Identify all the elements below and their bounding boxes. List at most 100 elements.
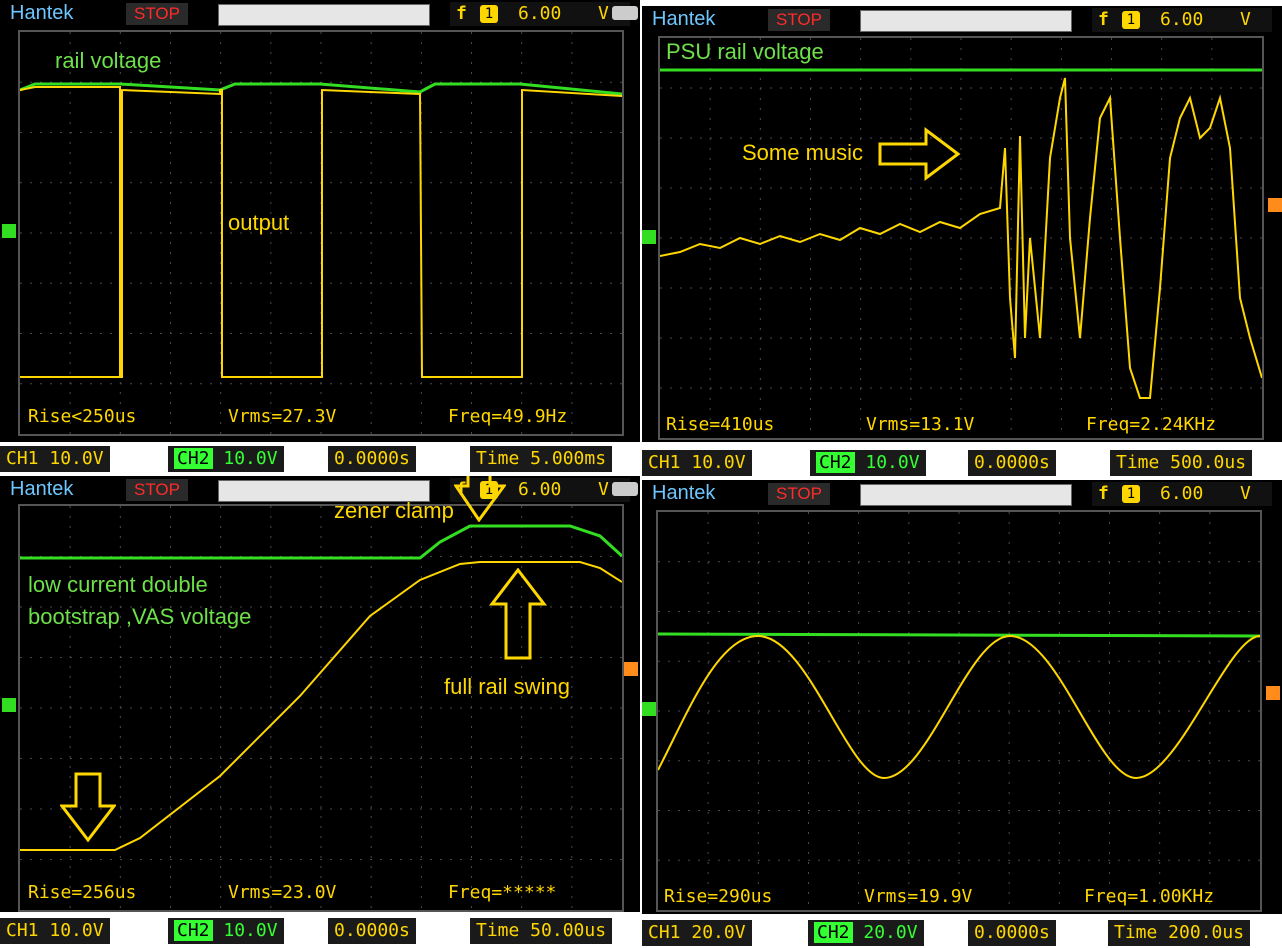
status-bar-1: CH1 10.0V CH2 10.0V 0.0000s Time 5.000ms: [0, 444, 640, 474]
trace-label: rail voltage: [55, 48, 162, 73]
trigger-level-marker[interactable]: [1268, 198, 1282, 212]
freq-measurement: Freq=1.00KHz: [1084, 886, 1215, 907]
run-stop-button[interactable]: STOP: [126, 479, 188, 501]
trigger-info: f 1 6.00 V: [1092, 8, 1272, 32]
vrms-measurement: Vrms=27.3V: [228, 406, 337, 427]
ch1-ground-marker[interactable]: [642, 702, 656, 716]
scope-panel-2: Hantek STOP f 1 6.00 V PSU rail voltage …: [642, 6, 1282, 442]
trace-label: full rail swing: [444, 674, 570, 699]
brand-label: Hantek: [10, 2, 74, 24]
waveform-display: [660, 38, 1262, 438]
trigger-unit: V: [1240, 483, 1251, 504]
ch2-scale[interactable]: CH2 10.0V: [168, 918, 284, 944]
vrms-measurement: Vrms=19.9V: [864, 886, 973, 907]
waveform-grid: [658, 36, 1264, 440]
trigger-level: 6.00: [518, 3, 562, 24]
trigger-edge-icon: f: [1098, 483, 1109, 504]
ch1-scale[interactable]: CH1 20.0V: [642, 920, 752, 946]
arrow-down-icon: [454, 476, 506, 522]
memory-position-bar[interactable]: [218, 4, 430, 26]
trigger-position[interactable]: 0.0000s: [328, 446, 416, 472]
timebase[interactable]: Time 5.000ms: [470, 446, 613, 472]
trace-label: output: [228, 210, 290, 235]
arrow-down-icon: [60, 772, 116, 842]
timebase[interactable]: Time 500.0us: [1110, 450, 1253, 476]
memory-position-bar[interactable]: [860, 10, 1072, 32]
trigger-level: 6.00: [518, 479, 562, 500]
rise-measurement: Rise=290us: [664, 886, 773, 907]
scope-panel-4: Hantek STOP f 1 6.00 V Rise=290us Vrms=1…: [642, 480, 1282, 914]
scope-topbar: Hantek STOP f 1 6.00 V: [642, 6, 1282, 34]
rise-measurement: Rise=256us: [28, 882, 137, 903]
trigger-info: f 1 6.00 V: [450, 2, 630, 26]
trigger-position[interactable]: 0.0000s: [968, 450, 1056, 476]
trigger-channel-badge: 1: [480, 5, 498, 23]
ch1-scale[interactable]: CH1 10.0V: [0, 446, 110, 472]
battery-icon: [612, 6, 638, 20]
trigger-level: 6.00: [1160, 9, 1204, 30]
waveform-display: [20, 32, 622, 434]
ch1-ground-marker[interactable]: [2, 698, 16, 712]
trigger-unit: V: [598, 3, 609, 24]
vrms-measurement: Vrms=23.0V: [228, 882, 337, 903]
ch2-trace: [658, 632, 1260, 638]
trigger-unit: V: [598, 479, 609, 500]
waveform-display: [20, 506, 622, 910]
freq-measurement: Freq=49.9Hz: [448, 406, 568, 427]
ch2-trace: [20, 524, 622, 560]
arrow-right-icon: [878, 127, 961, 181]
scope-panel-1: Hantek STOP f 1 6.00 V rail voltage outp…: [0, 0, 640, 442]
scope-panel-3: Hantek STOP f 1 6.00 V zener clamp low c…: [0, 476, 640, 912]
grid-dots: [658, 512, 1260, 910]
rise-measurement: Rise<250us: [28, 406, 137, 427]
waveform-grid: [18, 30, 624, 436]
scope-topbar: Hantek STOP f 1 6.00 V: [642, 480, 1282, 508]
ch1-scale[interactable]: CH1 10.0V: [0, 918, 110, 944]
run-stop-button[interactable]: STOP: [768, 483, 830, 505]
trace-label: Some music: [742, 140, 864, 165]
trigger-edge-icon: f: [1098, 9, 1109, 30]
battery-icon: [612, 482, 638, 496]
timebase[interactable]: Time 200.0us: [1108, 920, 1251, 946]
trace-label: bootstrap ,VAS voltage: [28, 604, 252, 629]
trigger-unit: V: [1240, 9, 1251, 30]
trigger-channel-badge: 1: [1122, 485, 1140, 503]
run-stop-button[interactable]: STOP: [768, 9, 830, 31]
waveform-grid: [656, 510, 1262, 912]
trigger-info: f 1 6.00 V: [1092, 482, 1272, 506]
rise-measurement: Rise=410us: [666, 414, 775, 435]
ch2-scale[interactable]: CH2 20.0V: [808, 920, 924, 946]
trigger-position[interactable]: 0.0000s: [968, 920, 1056, 946]
grid-dots: [660, 38, 1262, 438]
brand-label: Hantek: [652, 482, 716, 504]
scope-topbar: Hantek STOP f 1 6.00 V: [0, 0, 640, 28]
timebase[interactable]: Time 50.00us: [470, 918, 613, 944]
trace-label: PSU rail voltage: [666, 39, 824, 64]
freq-measurement: Freq=*****: [448, 882, 557, 903]
status-bar-2: CH1 10.0V CH2 10.0V 0.0000s Time 500.0us: [642, 448, 1282, 478]
ch1-ground-marker[interactable]: [642, 230, 656, 244]
trace-label: low current double: [28, 572, 208, 597]
trigger-level-marker[interactable]: [1266, 686, 1280, 700]
trace-label: zener clamp: [334, 498, 454, 523]
memory-position-bar[interactable]: [860, 484, 1072, 506]
status-bar-3: CH1 10.0V CH2 10.0V 0.0000s Time 50.00us: [0, 916, 640, 946]
ch1-ground-marker[interactable]: [2, 224, 16, 238]
trigger-channel-badge: 1: [1122, 11, 1140, 29]
waveform-grid: [18, 504, 624, 912]
brand-label: Hantek: [10, 478, 74, 500]
status-bar-4: CH1 20.0V CH2 20.0V 0.0000s Time 200.0us: [642, 918, 1282, 948]
ch2-scale[interactable]: CH2 10.0V: [810, 450, 926, 476]
ch1-scale[interactable]: CH1 10.0V: [642, 450, 752, 476]
trigger-edge-icon: f: [456, 3, 467, 24]
ch2-scale[interactable]: CH2 10.0V: [168, 446, 284, 472]
freq-measurement: Freq=2.24KHz: [1086, 414, 1217, 435]
run-stop-button[interactable]: STOP: [126, 3, 188, 25]
trigger-level-marker[interactable]: [624, 662, 638, 676]
trigger-level: 6.00: [1160, 483, 1204, 504]
trigger-position[interactable]: 0.0000s: [328, 918, 416, 944]
vrms-measurement: Vrms=13.1V: [866, 414, 975, 435]
ch1-sine-trace: [658, 634, 1260, 780]
arrow-up-icon: [488, 568, 548, 660]
brand-label: Hantek: [652, 8, 716, 30]
